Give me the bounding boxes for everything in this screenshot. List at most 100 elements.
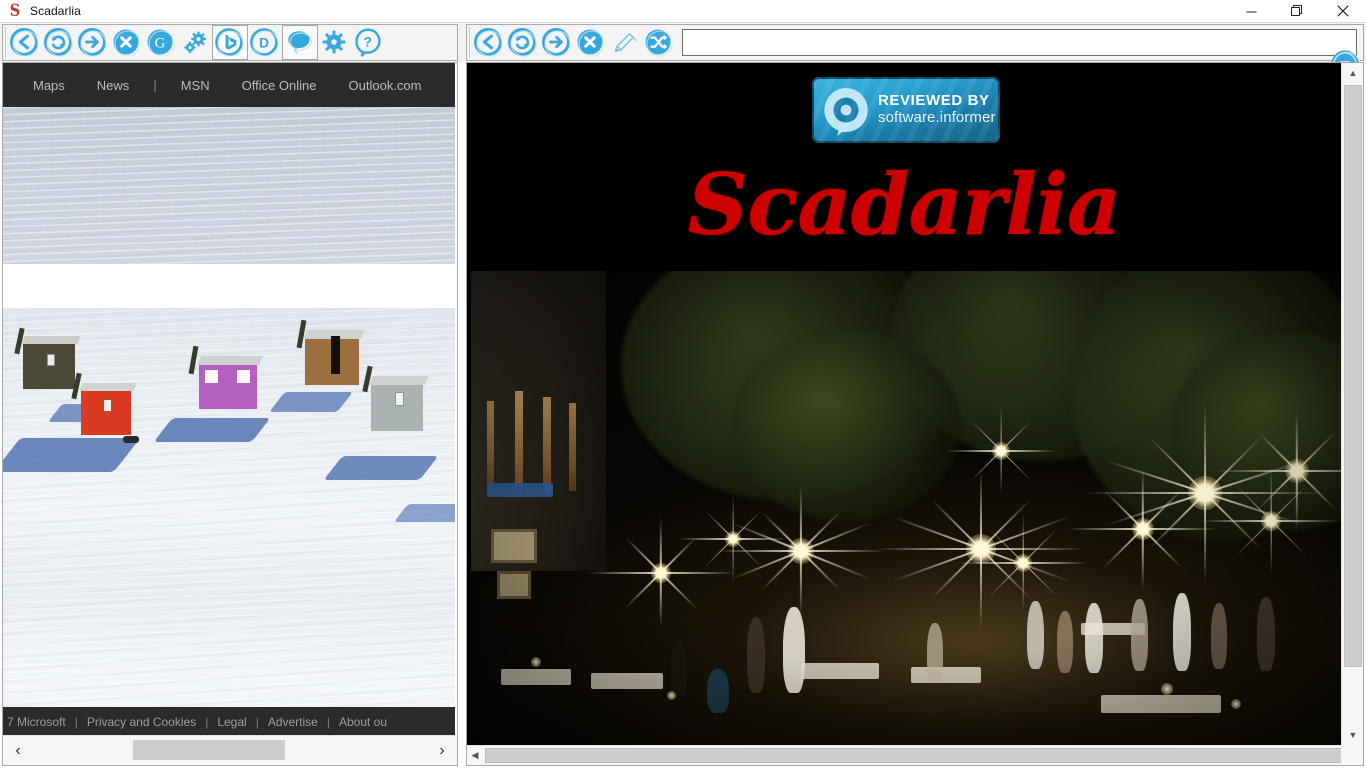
back-arrow-circle-icon [10, 28, 40, 58]
stop-button[interactable] [110, 25, 144, 60]
list-item [14, 327, 81, 389]
right-panel-hscrollbar[interactable]: ◀ ▶ [467, 745, 1363, 765]
scadarlia-s-logo-icon: S [9, 1, 21, 21]
scroll-up-arrow-icon[interactable]: ▲ [1342, 63, 1363, 83]
back-button[interactable] [472, 25, 506, 60]
address-input[interactable] [682, 29, 1357, 56]
reviewed-by-badge[interactable]: REVIEWED BY software.informer [812, 77, 1000, 143]
right-page-content: REVIEWED BY software.informer Scadarlia [467, 63, 1341, 745]
right-browser-panel: REVIEWED BY software.informer Scadarlia [466, 62, 1364, 766]
rp-hscroll-track[interactable] [483, 746, 1347, 766]
bing-button[interactable] [213, 25, 247, 60]
toolbar-row: G [0, 23, 1366, 62]
badge-line1: REVIEWED BY [878, 92, 990, 110]
shuffle-button[interactable] [642, 25, 676, 60]
window-title: Scadarlia [30, 4, 81, 18]
help-button[interactable] [352, 25, 386, 60]
minimize-icon [1246, 11, 1256, 12]
left-panel-hscrollbar[interactable]: ‹ › [3, 735, 457, 765]
refresh-circle-icon [508, 28, 538, 58]
footer-separator: | [205, 715, 209, 729]
close-icon [1337, 5, 1349, 17]
footer-item-privacy[interactable]: Privacy and Cookies [87, 715, 196, 729]
forward-button[interactable] [76, 25, 110, 60]
restore-icon [1291, 5, 1302, 16]
refresh-circle-icon [44, 28, 74, 58]
search-box-strip[interactable] [3, 264, 455, 308]
bing-play-circle-icon [215, 28, 245, 58]
left-browser-panel: Maps News | MSN Office Online Outlook.co… [2, 62, 458, 766]
nav-divider: | [153, 77, 157, 93]
forward-arrow-circle-icon [78, 28, 108, 58]
footer-item-about[interactable]: About ou [339, 715, 387, 729]
nav-link-maps[interactable]: Maps [17, 78, 81, 93]
left-page-hero: 7 Microsoft | Privacy and Cookies | Lega… [3, 107, 455, 765]
badge-line2: software.informer [878, 109, 996, 126]
refresh-button[interactable] [42, 25, 76, 60]
close-button[interactable] [1320, 0, 1366, 23]
nav-link-office-online[interactable]: Office Online [226, 78, 333, 93]
ice-huts-photo [3, 308, 455, 765]
gears-button[interactable] [178, 25, 212, 60]
duckduckgo-button[interactable] [248, 25, 282, 60]
hscroll-track[interactable] [33, 735, 427, 765]
footer-separator: | [326, 715, 330, 729]
list-item [296, 319, 365, 385]
left-toolbar [2, 24, 458, 61]
left-page-nav: Maps News | MSN Office Online Outlook.co… [3, 63, 455, 107]
google-g-circle-icon [146, 28, 176, 58]
rp-hscroll-thumb[interactable] [485, 747, 1345, 763]
bing-button-group [212, 25, 248, 60]
scrollbar-corner [1341, 745, 1363, 765]
shuffle-arrows-circle-icon [644, 28, 674, 58]
edit-button[interactable] [608, 25, 642, 60]
nav-link-msn[interactable]: MSN [165, 78, 226, 93]
back-arrow-circle-icon [474, 28, 504, 58]
toolbar-separator [469, 27, 470, 58]
google-button[interactable] [144, 25, 178, 60]
pencil-icon [610, 28, 640, 58]
minimize-button[interactable] [1228, 0, 1274, 23]
toolbar-separator [5, 27, 6, 58]
scroll-down-arrow-icon[interactable]: ▼ [1342, 725, 1363, 745]
stop-x-circle-icon [576, 28, 606, 58]
address-bar-wrap [682, 29, 1357, 56]
stop-x-circle-icon [112, 28, 142, 58]
footer-item-advertise[interactable]: Advertise [268, 715, 318, 729]
speech-bubble-icon [285, 28, 315, 58]
scroll-right-arrow-icon[interactable]: › [427, 736, 457, 766]
footer-item-microsoft[interactable]: 7 Microsoft [7, 715, 66, 729]
chat-button[interactable] [283, 25, 317, 60]
list-item [71, 372, 137, 435]
title-bar: S Scadarlia [0, 0, 1366, 23]
nav-link-outlook[interactable]: Outlook.com [333, 78, 438, 93]
question-mark-circle-icon [354, 28, 384, 58]
refresh-button[interactable] [506, 25, 540, 60]
back-button[interactable] [8, 25, 42, 60]
scroll-left-arrow-icon[interactable]: ◀ [467, 746, 483, 766]
scadarlia-logo: Scadarlia [687, 155, 1122, 254]
list-item [362, 365, 429, 431]
stop-button[interactable] [574, 25, 608, 60]
window-controls [1228, 0, 1366, 23]
night-street-photo [471, 271, 1341, 745]
forward-button[interactable] [540, 25, 574, 60]
gear-icon [320, 28, 350, 58]
nav-link-news[interactable]: News [81, 78, 146, 93]
restore-button[interactable] [1274, 0, 1320, 23]
vscroll-thumb[interactable] [1344, 85, 1362, 667]
list-item [188, 345, 263, 409]
hscroll-thumb[interactable] [133, 739, 285, 760]
letter-d-circle-icon [250, 28, 280, 58]
settings-button[interactable] [318, 25, 352, 60]
footer-separator: | [74, 715, 78, 729]
app-icon: S [7, 1, 23, 21]
magnifier-speech-bubble-icon [820, 84, 872, 136]
scroll-left-arrow-icon[interactable]: ‹ [3, 736, 33, 766]
right-toolbar [466, 24, 1364, 61]
left-page-footer: 7 Microsoft | Privacy and Cookies | Lega… [3, 707, 455, 737]
badge-text: REVIEWED BY software.informer [878, 92, 996, 127]
chat-button-group [282, 25, 318, 60]
footer-item-legal[interactable]: Legal [217, 715, 246, 729]
right-panel-vscrollbar[interactable]: ▲ ▼ [1341, 63, 1363, 745]
